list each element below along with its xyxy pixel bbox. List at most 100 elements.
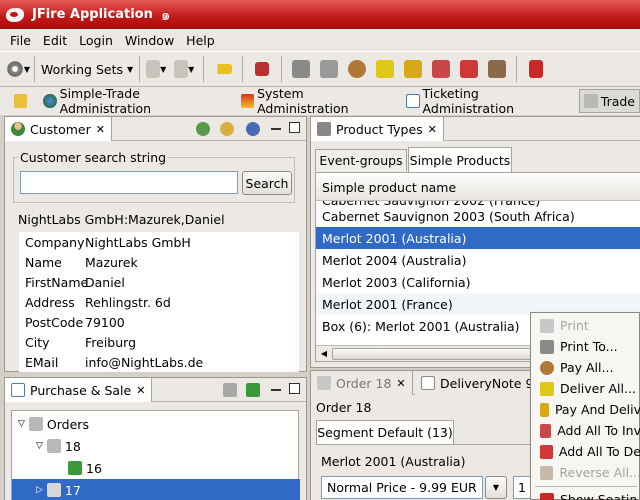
customer-action-icon[interactable] [196,122,210,136]
open-perspective-icon[interactable] [14,94,28,108]
add-to-invoice-button[interactable] [429,57,453,81]
grid-icon [406,94,420,108]
menubar: File Edit Login Window Help [0,29,640,51]
window-titlebar: JFire Application ๑ [0,0,640,29]
ctx-item-add-to-delivery[interactable]: Add All To De [531,441,640,462]
tab-order-18[interactable]: Order 18 ✕ [311,371,413,395]
perspective-trade[interactable]: Trade [578,89,640,113]
ctx-item-deliver-all[interactable]: Deliver All... [531,378,640,399]
new-order-icon[interactable] [223,383,237,397]
cart-icon [46,439,61,453]
ctx-item-pay-and-deliver[interactable]: Pay And Deliv [531,399,640,420]
navigate-back-button[interactable]: ▼ [144,57,168,81]
customer-search-icon[interactable] [246,122,260,136]
tree-row-order-17[interactable]: ▷ 17 [12,479,300,500]
add-to-delivery-button[interactable] [457,57,481,81]
price-config-select[interactable]: Normal Price - 9.99 EUR [321,476,483,499]
segment-tab[interactable]: Segment Default (13) [316,420,454,444]
toolbar-separator [281,56,283,82]
pay-and-deliver-button[interactable] [401,57,425,81]
field-key: Name [25,254,62,270]
maximize-icon[interactable] [289,122,300,133]
new-offer-icon[interactable] [246,383,260,397]
scroll-left-icon[interactable]: ◀ [318,348,330,360]
tab-purchase-sale[interactable]: Purchase & Sale ✕ [5,378,153,402]
chevron-down-icon: ▼ [127,64,134,74]
settings-dropdown-button[interactable]: ▼ [6,57,30,81]
navigate-forward-button[interactable]: ▼ [172,57,196,81]
chair-icon [529,60,544,78]
list-item[interactable]: Cabernet Sauvignon 2003 (South Africa) [316,205,640,227]
list-item[interactable]: Merlot 2003 (California) [316,271,640,293]
tree-row-orders[interactable]: ▽ Orders [18,413,89,435]
deliver-button[interactable] [373,57,397,81]
window-title: JFire Application [32,7,153,22]
perspective-label: Simple-Trade Administration [59,86,152,116]
close-icon[interactable]: ✕ [96,123,105,136]
tree-row-offer-16[interactable]: 16 [68,457,102,479]
collapse-icon[interactable]: ▷ [36,485,43,495]
lock-button[interactable] [250,57,274,81]
sub-tab-event-groups[interactable]: Event-groups [315,149,407,171]
perspective-ticketing-admin[interactable]: Ticketing Administration [404,86,569,116]
minimize-icon[interactable] [271,128,281,130]
delivery-note-icon [421,376,435,390]
ctx-item-pay-all[interactable]: Pay All... [531,357,640,378]
column-header[interactable]: Simple product name [316,175,640,201]
close-icon[interactable]: ✕ [428,123,437,136]
list-item[interactable]: Merlot 2004 (Australia) [316,249,640,271]
ctx-item-show-seating[interactable]: Show Seatin [531,489,640,500]
ctx-item-print-to[interactable]: Print To... [531,336,640,357]
menu-window[interactable]: Window [119,33,180,48]
cart-icon [583,94,598,108]
tab-delivery-note-9[interactable]: DeliveryNote 9 [415,371,541,395]
expand-icon[interactable]: ▽ [36,441,43,451]
minimize-icon[interactable] [271,389,281,391]
tab-customer[interactable]: Customer ✕ [5,117,112,141]
ctx-item-print[interactable]: Print [531,315,640,336]
reverse-button[interactable] [485,57,509,81]
ctx-item-reverse-all[interactable]: Reverse All... [531,462,640,483]
customer-edit-icon[interactable] [220,122,234,136]
jfire-logo-icon [6,7,24,22]
list-item-selected[interactable]: Merlot 2001 (Australia) [316,227,640,249]
working-sets-dropdown[interactable]: Working Sets ▼ [34,56,141,82]
lock-icon [255,62,270,76]
menu-login[interactable]: Login [73,33,119,48]
toolbar-separator [203,56,205,82]
invoice-icon [540,423,552,438]
menu-edit[interactable]: Edit [37,33,73,48]
tree-row-order-18[interactable]: ▽ 18 [36,435,81,457]
perspective-system-admin[interactable]: System Administration [239,86,394,116]
perspective-simple-trade-admin[interactable]: Simple-Trade Administration [41,86,228,116]
customer-search-input[interactable] [20,171,238,194]
search-button[interactable]: Search [242,171,292,195]
sub-tab-simple-products[interactable]: Simple Products [408,147,512,172]
tab-product-types[interactable]: Product Types ✕ [311,117,444,141]
truck-money-icon [404,60,423,78]
perspective-switcher: Simple-Trade Administration System Admin… [0,86,640,116]
quantity-input[interactable]: 1 [513,476,531,499]
seating-button[interactable] [524,57,548,81]
tab-label: Purchase & Sale [30,382,132,398]
grid-icon [11,383,25,397]
truck-icon [540,381,554,396]
pay-button[interactable] [345,57,369,81]
cart-icon [317,376,331,390]
ctx-label: Add All To De [558,444,640,459]
menu-help[interactable]: Help [180,33,221,48]
print-to-button[interactable] [317,57,341,81]
close-icon[interactable]: ✕ [136,384,145,397]
ctx-item-add-to-invoice[interactable]: Add All To Inv [531,420,640,441]
close-icon[interactable]: ✕ [396,377,405,390]
menu-file[interactable]: File [4,33,37,48]
maximize-icon[interactable] [289,383,300,394]
toolbar-separator [516,56,518,82]
ctx-label: Show Seatin [560,492,638,500]
back-arrow-button[interactable] [211,57,235,81]
scroll-thumb[interactable] [332,348,532,360]
expand-icon[interactable]: ▽ [18,419,25,429]
print-all-button[interactable] [289,57,313,81]
price-dropdown-button[interactable]: ▼ [485,476,507,499]
tree-label: 16 [86,460,102,476]
